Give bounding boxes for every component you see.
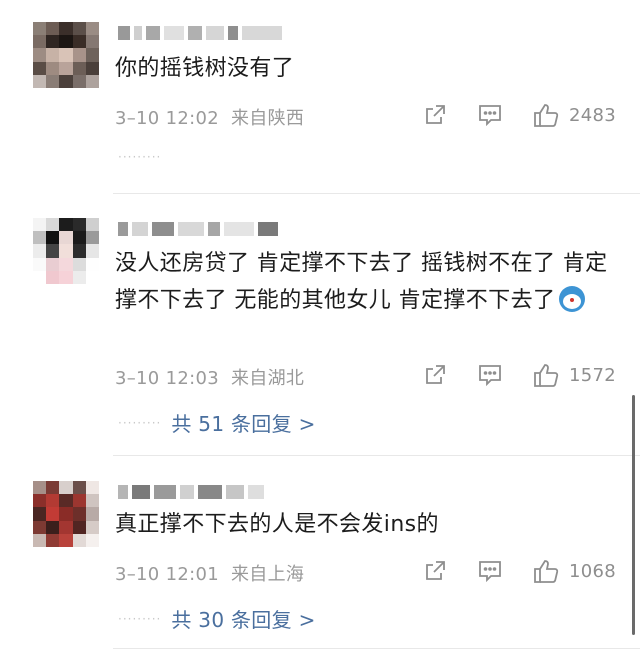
comment-location: 来自陕西 — [230, 108, 305, 129]
like-count: 2483 — [568, 104, 616, 126]
divider — [113, 455, 640, 456]
like-count: 1068 — [568, 560, 616, 582]
comment-icon — [479, 561, 501, 583]
comment-location: 来自湖北 — [230, 368, 305, 389]
thumbs-up-icon — [534, 560, 559, 583]
share-button[interactable] — [423, 363, 447, 387]
comment-actions: 1068 — [423, 558, 616, 584]
comment-button[interactable] — [477, 363, 503, 387]
share-icon — [426, 105, 445, 124]
reply-dots: ········· — [118, 415, 162, 430]
comment-time: 3–10 12:03 — [115, 368, 219, 389]
username-blurred[interactable] — [118, 481, 264, 503]
comment-meta: 3–10 12:01 来自上海 — [115, 560, 304, 586]
comment-text-content: 没人还房贷了 肯定撑不下去了 摇钱树不在了 肯定撑不下去了 无能的其他女儿 肯定… — [115, 251, 608, 313]
view-replies-link[interactable]: 共 30 条回复 > — [171, 604, 315, 633]
comment-icon — [479, 365, 501, 387]
avatar[interactable] — [33, 481, 99, 547]
share-icon — [426, 561, 445, 580]
divider — [113, 648, 640, 649]
like-button[interactable]: 1572 — [533, 362, 616, 388]
comment-button[interactable] — [477, 559, 503, 583]
username-blurred[interactable] — [118, 218, 278, 240]
username-blurred[interactable] — [118, 22, 282, 44]
comment-time: 3–10 12:01 — [115, 564, 219, 585]
comment-location: 来自上海 — [230, 564, 305, 585]
comment-text: 真正撑不下去的人是不会发ins的 — [115, 512, 439, 537]
avatar[interactable] — [33, 218, 99, 284]
replies-row: ········· 共 51 条回复 > — [118, 408, 316, 437]
replies-row: ········· 共 30 条回复 > — [118, 604, 316, 633]
reply-dots: ········· — [118, 611, 162, 626]
like-button[interactable]: 1068 — [533, 558, 616, 584]
comment-icon — [479, 105, 501, 127]
replies-row: ········· — [118, 150, 161, 164]
like-count: 1572 — [568, 364, 616, 386]
comment-time: 3–10 12:02 — [115, 108, 219, 129]
thumbs-up-icon — [534, 104, 559, 127]
doraemon-emoji-icon — [559, 286, 586, 312]
view-replies-link[interactable]: 共 51 条回复 > — [171, 408, 315, 437]
share-button[interactable] — [423, 559, 447, 583]
reply-dots: ········· — [118, 150, 162, 164]
share-button[interactable] — [423, 103, 447, 127]
divider — [113, 193, 640, 194]
comment-meta: 3–10 12:03 来自湖北 — [115, 364, 304, 390]
avatar[interactable] — [33, 22, 99, 88]
comment-meta: 3–10 12:02 来自陕西 — [115, 104, 304, 130]
comment-actions: 2483 — [423, 102, 616, 128]
thumbs-up-icon — [534, 364, 559, 387]
comment-text: 没人还房贷了 肯定撑不下去了 摇钱树不在了 肯定撑不下去了 无能的其他女儿 肯定… — [115, 245, 625, 319]
comment-text: 你的摇钱树没有了 — [115, 56, 295, 81]
like-button[interactable]: 2483 — [533, 102, 616, 128]
scrollbar[interactable] — [632, 395, 635, 635]
comment-button[interactable] — [477, 103, 503, 127]
comment-actions: 1572 — [423, 362, 616, 388]
share-icon — [426, 365, 445, 384]
